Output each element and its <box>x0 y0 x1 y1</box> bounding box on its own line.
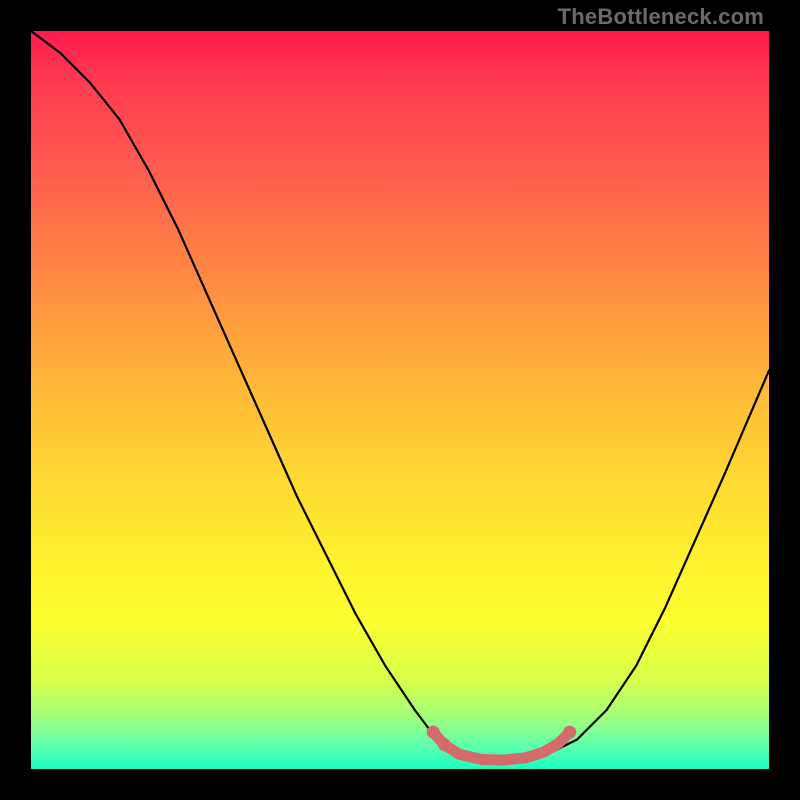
curve-layer <box>31 31 769 769</box>
highlight-dot <box>438 738 451 751</box>
highlight-dot <box>563 726 576 739</box>
optimal-range-highlight <box>433 732 570 760</box>
chart-frame: TheBottleneck.com <box>0 0 800 800</box>
plot-area <box>31 31 769 769</box>
watermark-text: TheBottleneck.com <box>558 4 764 30</box>
highlight-dot <box>427 726 440 739</box>
bottleneck-curve <box>31 31 769 762</box>
